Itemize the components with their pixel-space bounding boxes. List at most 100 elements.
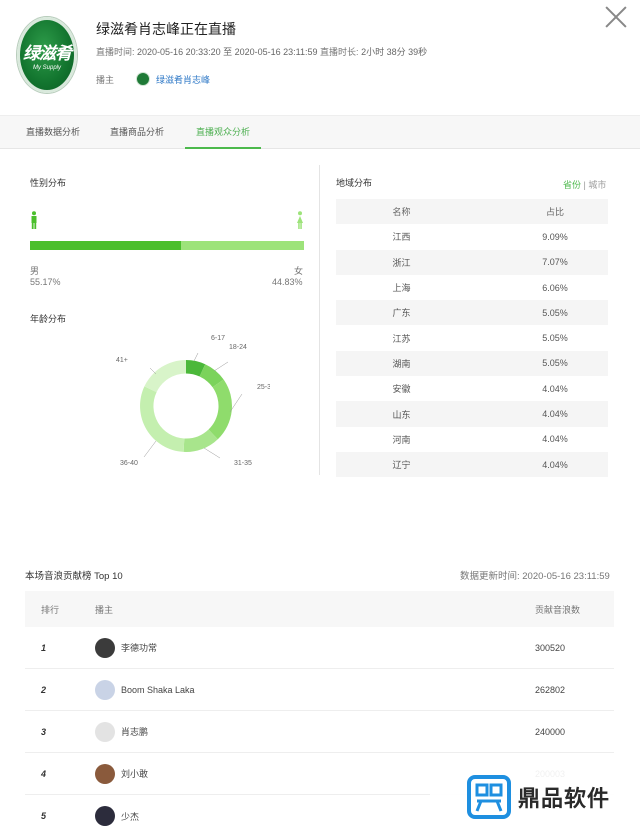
top10-title: 本场音浪贡献榜 Top 10 (25, 571, 123, 582)
col-value: 贡献音浪数 (535, 604, 581, 615)
region-row: 上海 6.06% (336, 275, 608, 300)
host-name[interactable]: 少杰 (121, 810, 139, 823)
gender-ratio-bar (30, 241, 304, 250)
time-value: 2020-05-16 20:33:20 至 2020-05-16 23:11:5… (137, 47, 318, 57)
age-label-31-35: 31-35 (234, 460, 252, 467)
host-name[interactable]: 肖志鹏 (121, 725, 148, 738)
col-host: 播主 (95, 604, 114, 615)
table-row: 3 肖志鹏 240000 (25, 711, 614, 753)
duration-label: 直播时长: (320, 47, 359, 57)
female-percent: 44.83% (272, 277, 303, 287)
male-label: 男 (30, 266, 40, 276)
age-title: 年龄分布 (30, 314, 67, 324)
region-name: 上海 (392, 283, 411, 294)
host-name[interactable]: Boom Shaka Laka (121, 685, 195, 695)
toggle-city[interactable]: 城市 (588, 180, 606, 190)
male-ratio-fill (30, 241, 182, 250)
region-percent: 4.04% (542, 383, 568, 394)
brand-logo: 绿滋肴 My Supply (17, 17, 77, 93)
region-row: 浙江 7.07% (336, 249, 608, 275)
region-toggle: 省份 | 城市 (563, 178, 606, 191)
region-percent: 5.05% (542, 333, 568, 344)
region-percent: 4.04% (542, 459, 568, 470)
tab-live-audience[interactable]: 直播观众分析 (196, 125, 250, 138)
age-label-6-17: 6-17 (211, 335, 225, 342)
region-row: 山东 4.04% (336, 401, 608, 427)
region-name: 河南 (392, 434, 411, 445)
tab-live-data[interactable]: 直播数据分析 (26, 125, 80, 138)
avatar[interactable] (95, 763, 115, 784)
male-percent: 55.17% (30, 277, 61, 287)
age-slice-25-30 (208, 379, 232, 440)
region-percent: 9.09% (542, 231, 568, 242)
host-cell: 肖志鹏 (95, 721, 535, 742)
live-header: 绿滋肴 My Supply 绿滋肴肖志峰正在直播 直播时间: 2020-05-1… (0, 0, 640, 115)
host-cell: 李德功常 (95, 637, 535, 658)
host-avatar[interactable] (136, 72, 151, 86)
region-name: 辽宁 (392, 460, 411, 471)
female-label: 女 (294, 266, 304, 276)
logo-text: 绿滋肴 (23, 44, 72, 64)
region-table-header: 名称 占比 (336, 199, 608, 225)
age-donut-chart: 6-17 18-24 25-30 31-35 36-40 41+ (116, 335, 270, 467)
age-slice-41plus (144, 360, 186, 393)
region-row: 安徽 4.04% (336, 376, 608, 401)
live-meta: 直播时间: 2020-05-16 20:33:20 至 2020-05-16 2… (96, 45, 427, 58)
table-row: 2 Boom Shaka Laka 262802 (25, 669, 614, 711)
table-row: 1 李德功常 300520 (25, 627, 614, 669)
host-info: 播主 绿滋肴肖志峰 (96, 72, 210, 86)
rank-number: 1 (41, 642, 47, 653)
watermark: 鼎品软件 (430, 766, 640, 827)
toggle-separator: | (583, 180, 586, 190)
avatar[interactable] (95, 806, 115, 826)
region-percent: 4.04% (542, 409, 568, 420)
region-percent: 6.06% (542, 282, 568, 293)
age-label-36-40: 36-40 (120, 460, 138, 467)
region-name: 安徽 (392, 384, 411, 395)
col-rank: 排行 (41, 604, 60, 615)
tab-live-products[interactable]: 直播商品分析 (110, 125, 164, 138)
region-name: 江西 (392, 232, 411, 243)
region-col-name: 名称 (392, 207, 411, 218)
gender-title: 性别分布 (30, 178, 67, 188)
region-name: 浙江 (392, 257, 411, 268)
toggle-province[interactable]: 省份 (563, 180, 581, 190)
male-icon (31, 211, 37, 229)
section-divider (319, 165, 320, 475)
rank-number: 2 (41, 684, 47, 695)
avatar[interactable] (95, 637, 115, 658)
region-row: 湖南 5.05% (336, 350, 608, 377)
avatar[interactable] (95, 721, 115, 742)
region-percent: 4.04% (542, 434, 568, 445)
region-col-pct: 占比 (545, 207, 564, 218)
age-label-41plus: 41+ (116, 357, 128, 364)
rank-number: 5 (41, 811, 47, 821)
watermark-logo-icon (467, 774, 511, 819)
host-name-link[interactable]: 绿滋肴肖志峰 (156, 73, 210, 86)
host-name[interactable]: 李德功常 (121, 641, 157, 654)
region-percent: 5.05% (542, 358, 568, 369)
contribution-value: 262802 (535, 684, 566, 695)
host-label: 播主 (96, 74, 115, 85)
age-label-18-24: 18-24 (229, 344, 247, 351)
active-tab-indicator (185, 147, 261, 149)
live-title: 绿滋肴肖志峰正在直播 (96, 21, 236, 37)
data-update-time: 数据更新时间: 2020-05-16 23:11:59 (460, 571, 610, 582)
region-name: 江苏 (392, 333, 411, 344)
rank-number: 4 (41, 768, 47, 779)
close-icon[interactable] (604, 5, 628, 29)
region-row: 河南 4.04% (336, 427, 608, 452)
region-name: 山东 (392, 409, 411, 420)
watermark-text: 鼎品软件 (518, 785, 611, 811)
duration-value: 2小时 38分 39秒 (361, 47, 428, 57)
region-row: 江苏 5.05% (336, 325, 608, 350)
time-label: 直播时间: (96, 47, 135, 57)
contribution-value: 240000 (535, 726, 566, 737)
host-name[interactable]: 刘小敢 (121, 767, 148, 780)
region-percent: 5.05% (542, 307, 568, 318)
avatar[interactable] (95, 679, 115, 700)
female-icon (297, 211, 303, 229)
region-name: 广东 (392, 308, 411, 319)
top10-table-header: 排行 播主 贡献音浪数 (25, 591, 614, 627)
region-name: 湖南 (392, 358, 411, 369)
